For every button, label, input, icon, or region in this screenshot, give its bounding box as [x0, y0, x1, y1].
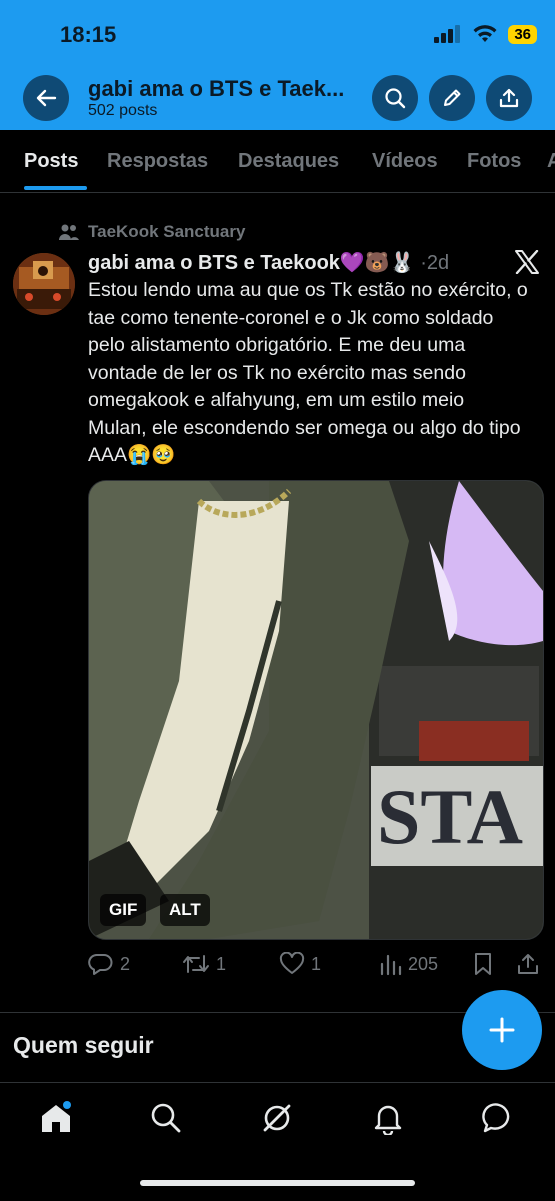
post-actions: 2 1 1 205 — [88, 952, 543, 978]
author-name[interactable]: gabi ama o BTS e Taekook💜🐻🐰 — [88, 252, 415, 274]
compose-plus-icon — [489, 1017, 515, 1043]
nav-grok[interactable] — [260, 1101, 294, 1135]
repost-icon — [183, 955, 209, 973]
header-bar: 18:15 36 gabi ama o BTS e Taek... 502 po… — [0, 0, 555, 130]
bookmark-button[interactable] — [472, 952, 494, 976]
notifications-icon — [374, 1105, 402, 1137]
share-post-button[interactable] — [516, 952, 540, 976]
media-gif-frame: STA — [89, 481, 543, 939]
like-icon — [279, 952, 305, 974]
views-icon — [380, 954, 402, 976]
avatar[interactable] — [13, 253, 75, 315]
post-text: Estou lendo uma au que os Tk estão no ex… — [88, 279, 528, 466]
grok-icon — [263, 1104, 291, 1132]
tab-videos[interactable]: Vídeos — [372, 150, 438, 173]
community-name: TaeKook Sanctuary — [88, 222, 246, 241]
community-icon — [59, 224, 79, 240]
bookmark-icon — [475, 953, 491, 975]
profile-title: gabi ama o BTS e Taek... — [88, 76, 345, 101]
alt-badge[interactable]: ALT — [160, 894, 210, 926]
post-author: gabi ama o BTS e Taekook💜🐻🐰 ·2d — [88, 250, 449, 275]
x-logo-icon[interactable] — [514, 249, 540, 279]
battery-indicator: 36 — [508, 24, 537, 44]
community-label[interactable]: TaeKook Sanctuary — [58, 222, 245, 242]
reply-count: 2 — [120, 953, 131, 974]
edit-pencil-icon — [444, 89, 461, 106]
compose-button[interactable] — [462, 990, 542, 1070]
views-button[interactable]: 205 — [378, 952, 438, 976]
search-icon — [385, 88, 406, 109]
active-tab-indicator — [24, 186, 87, 190]
tab-replies[interactable]: Respostas — [107, 150, 208, 173]
post-count: 502 posts — [88, 102, 158, 119]
post-media[interactable]: STA — [88, 480, 544, 940]
views-count: 205 — [408, 953, 439, 974]
back-arrow-icon — [36, 89, 57, 107]
share-icon — [518, 954, 538, 974]
edit-button[interactable] — [429, 75, 475, 121]
nav-explore[interactable] — [149, 1101, 183, 1135]
like-count: 1 — [311, 953, 322, 974]
media-sign-text: STA — [377, 773, 523, 860]
avatar-image — [13, 253, 75, 315]
tab-photos[interactable]: Fotos — [467, 150, 521, 173]
home-indicator — [140, 1180, 415, 1186]
tab-highlights[interactable]: Destaques — [238, 150, 339, 173]
back-button[interactable] — [23, 75, 69, 121]
reply-icon — [88, 953, 113, 975]
signal-icon — [434, 25, 461, 43]
explore-icon — [151, 1103, 181, 1133]
like-button[interactable]: 1 — [279, 952, 321, 976]
nav-notifications[interactable] — [371, 1101, 405, 1137]
share-icon — [499, 88, 519, 108]
tab-more[interactable]: A — [547, 150, 555, 173]
repost-count: 1 — [216, 953, 227, 974]
status-icons: 36 — [434, 24, 537, 44]
profile-tabs: Posts Respostas Destaques Vídeos Fotos A — [0, 130, 555, 193]
nav-home[interactable] — [39, 1101, 73, 1135]
nav-messages[interactable] — [482, 1101, 516, 1135]
messages-icon — [482, 1103, 510, 1133]
repost-button[interactable]: 1 — [182, 952, 226, 976]
wifi-icon — [473, 25, 497, 42]
post-time[interactable]: ·2d — [420, 252, 449, 274]
gif-badge: GIF — [100, 894, 147, 926]
tab-posts[interactable]: Posts — [24, 150, 78, 173]
search-button[interactable] — [372, 75, 418, 121]
home-icon — [42, 1101, 71, 1132]
status-time: 18:15 — [60, 22, 117, 47]
reply-button[interactable]: 2 — [88, 952, 130, 976]
who-to-follow-title: Quem seguir — [13, 1032, 154, 1058]
share-profile-button[interactable] — [486, 75, 532, 121]
